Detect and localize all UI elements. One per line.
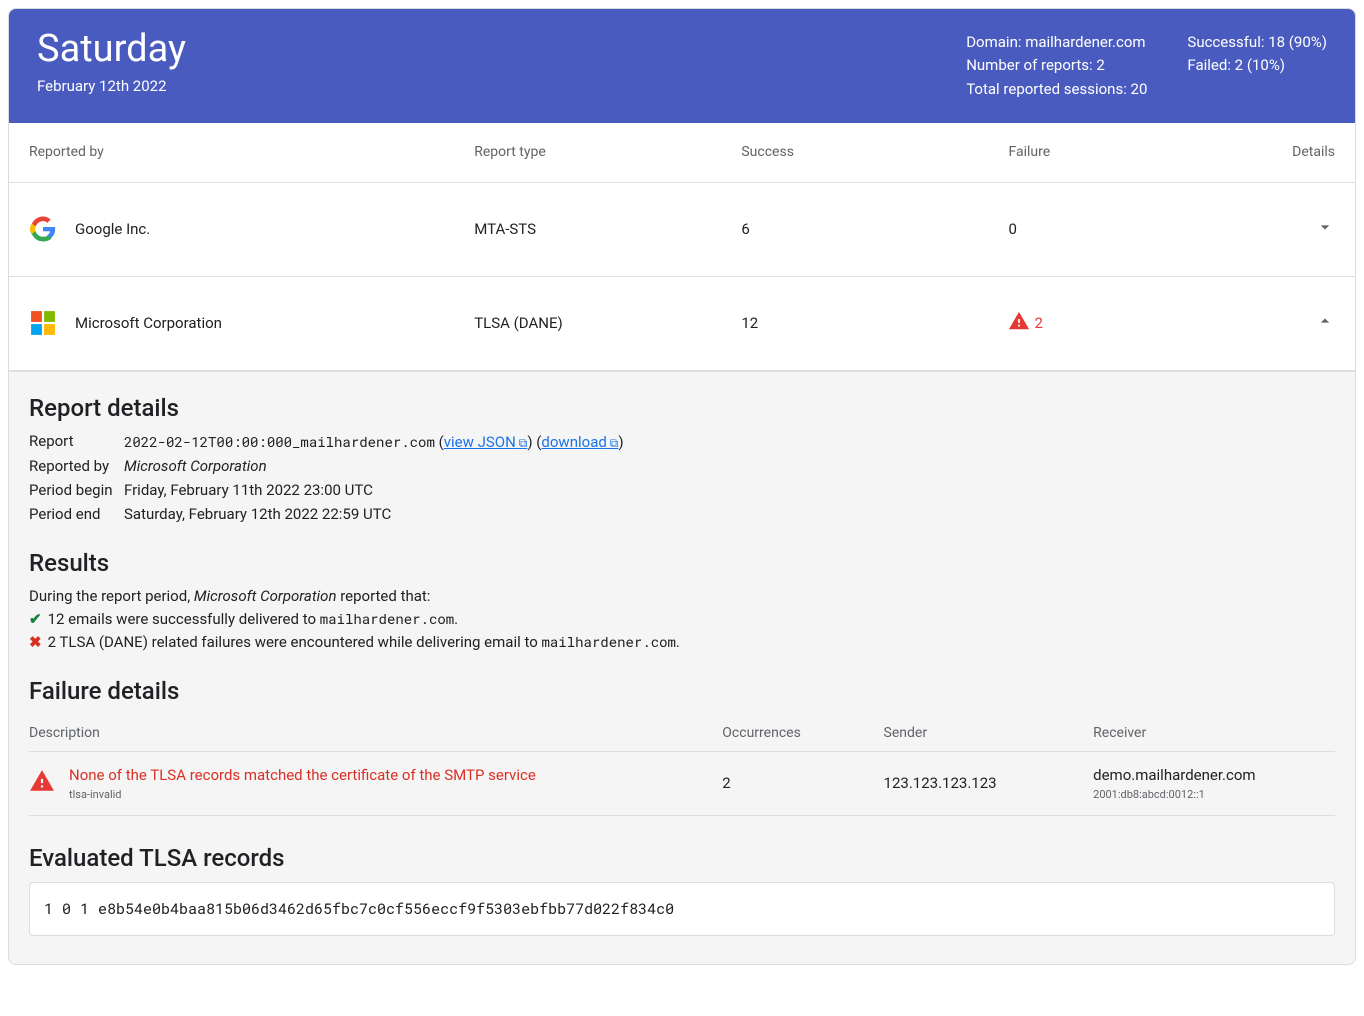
external-link-icon: ⧉ <box>516 436 528 450</box>
failure-row: None of the TLSA records matched the cer… <box>29 752 1335 816</box>
col-report-type: Report type <box>474 144 741 160</box>
sessions-line: Total reported sessions: 20 <box>966 78 1147 101</box>
failure-table-header: Description Occurrences Sender Receiver <box>29 715 1335 752</box>
failure-desc-sub: tlsa-invalid <box>69 788 536 801</box>
day-title: Saturday <box>37 27 186 71</box>
success-cell: 6 <box>741 220 1008 238</box>
report-header: Saturday February 12th 2022 Domain: mail… <box>9 9 1355 123</box>
header-stats-left: Domain: mailhardener.com Number of repor… <box>966 31 1147 101</box>
domain-line: Domain: mailhardener.com <box>966 31 1147 54</box>
failure-occ: 2 <box>722 774 883 792</box>
warning-icon <box>29 768 55 798</box>
report-card: Saturday February 12th 2022 Domain: mail… <box>8 8 1356 965</box>
report-type-cell: TLSA (DANE) <box>474 314 741 332</box>
failure-table: Description Occurrences Sender Receiver … <box>29 715 1335 816</box>
reporter-name: Microsoft Corporation <box>75 314 222 332</box>
failure-sender: 123.123.123.123 <box>884 774 1094 792</box>
kv-value: Microsoft Corporation <box>124 457 1335 475</box>
table-row[interactable]: Microsoft Corporation TLSA (DANE) 12 2 <box>9 277 1355 371</box>
reporter-cell: Google Inc. <box>29 215 474 243</box>
reporter-name: Google Inc. <box>75 220 150 238</box>
table-row[interactable]: Google Inc. MTA-STS 6 0 <box>9 183 1355 277</box>
results-title: Results <box>29 549 1335 577</box>
successful-line: Successful: 18 (90%) <box>1187 31 1327 54</box>
kv-label: Period end <box>29 505 124 523</box>
col-failure: Failure <box>1008 144 1260 160</box>
tlsa-record-box: 1 0 1 e8b54e0b4baa815b06d3462d65fbc7c0cf… <box>29 882 1335 936</box>
expand-toggle[interactable] <box>1261 217 1335 241</box>
num-reports-line: Number of reports: 2 <box>966 54 1147 77</box>
failure-count: 2 <box>1034 314 1042 332</box>
cross-icon: ✖ <box>29 633 42 651</box>
kv-label: Report <box>29 432 124 451</box>
col-details: Details <box>1261 144 1335 160</box>
expand-toggle[interactable] <box>1261 311 1335 335</box>
view-json-link[interactable]: view JSON ⧉ <box>444 433 528 451</box>
failure-cell: 0 <box>1008 220 1260 238</box>
ft-col-sender: Sender <box>884 725 1094 741</box>
report-details-title: Report details <box>29 394 1335 422</box>
external-link-icon: ⧉ <box>607 436 619 450</box>
microsoft-icon <box>29 309 57 337</box>
chevron-up-icon <box>1315 311 1335 335</box>
reporter-cell: Microsoft Corporation <box>29 309 474 337</box>
failure-cell: 2 <box>1008 310 1260 336</box>
kv-value: Friday, February 11th 2022 23:00 UTC <box>124 481 1335 499</box>
report-type-cell: MTA-STS <box>474 220 741 238</box>
kv-value: Saturday, February 12th 2022 22:59 UTC <box>124 505 1335 523</box>
report-id: 2022-02-12T00:00:000_mailhardener.com <box>124 432 435 451</box>
table-header: Reported by Report type Success Failure … <box>9 123 1355 183</box>
google-icon <box>29 215 57 243</box>
chevron-down-icon <box>1315 217 1335 241</box>
failed-line: Failed: 2 (10%) <box>1187 54 1327 77</box>
kv-value: 2022-02-12T00:00:000_mailhardener.com (v… <box>124 432 1335 451</box>
ft-col-desc: Description <box>29 725 722 741</box>
col-reported-by: Reported by <box>29 144 474 160</box>
kv-label: Reported by <box>29 457 124 475</box>
report-details-kv: Report 2022-02-12T00:00:000_mailhardener… <box>29 432 1335 523</box>
kv-label: Period begin <box>29 481 124 499</box>
col-success: Success <box>741 144 1008 160</box>
failure-desc: None of the TLSA records matched the cer… <box>69 766 536 784</box>
failure-receiver: demo.mailhardener.com 2001:db8:abcd:0012… <box>1093 766 1335 801</box>
ft-col-receiver: Receiver <box>1093 725 1335 741</box>
tlsa-title: Evaluated TLSA records <box>29 844 1335 872</box>
failure-details-title: Failure details <box>29 677 1335 705</box>
check-icon: ✔ <box>29 610 42 628</box>
results-intro: During the report period, Microsoft Corp… <box>29 587 1335 605</box>
warning-icon <box>1008 310 1030 336</box>
header-stats-right: Successful: 18 (90%) Failed: 2 (10%) <box>1187 31 1327 101</box>
result-success-line: ✔12 emails were successfully delivered t… <box>29 609 1335 628</box>
result-fail-line: ✖2 TLSA (DANE) related failures were enc… <box>29 632 1335 651</box>
header-date: February 12th 2022 <box>37 77 186 95</box>
header-right: Domain: mailhardener.com Number of repor… <box>966 27 1327 101</box>
failure-desc-cell: None of the TLSA records matched the cer… <box>29 766 722 801</box>
download-link[interactable]: download ⧉ <box>541 433 618 451</box>
details-panel: Report details Report 2022-02-12T00:00:0… <box>9 371 1355 964</box>
success-cell: 12 <box>741 314 1008 332</box>
header-left: Saturday February 12th 2022 <box>37 27 186 95</box>
ft-col-occ: Occurrences <box>722 725 883 741</box>
